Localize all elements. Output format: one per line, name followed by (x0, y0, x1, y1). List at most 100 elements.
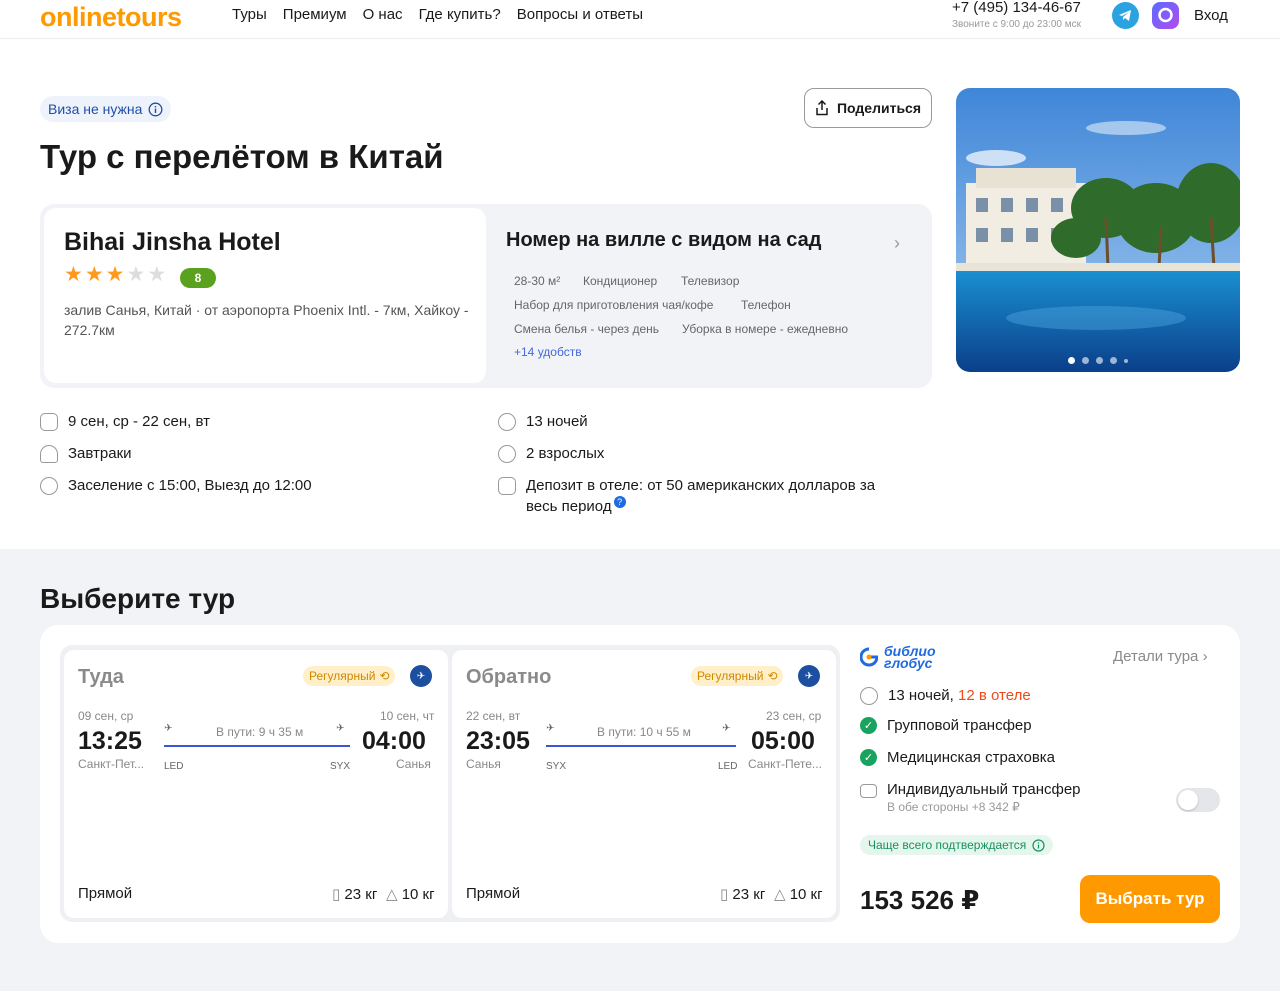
confirmation-badge: Чаще всего подтверждается (860, 835, 1054, 855)
baggage-allowance: ▯ 23 кг (332, 885, 377, 903)
clock-icon (40, 477, 58, 495)
landing-icon: ✈ (336, 723, 345, 734)
bag-icon: △ (386, 886, 402, 903)
page-title: Тур с перелётом в Китай (40, 138, 444, 175)
logo[interactable]: onlinetours (40, 2, 182, 33)
more-amenities-link[interactable]: +14 удобств (514, 345, 582, 359)
history-icon: ⟲ (767, 669, 778, 683)
share-button-label: Поделиться (836, 100, 922, 116)
arrival-city: Санья (396, 757, 431, 771)
hand-luggage: △ 10 кг (774, 885, 823, 903)
flight-direction: Туда (78, 666, 124, 688)
suitcase-icon: ▯ (332, 886, 345, 903)
arrival-date: 10 сен, чт (380, 709, 435, 723)
amenity: Телефон (741, 298, 791, 312)
deposit-value: Депозит в отеле: от 50 американских долл… (526, 477, 876, 515)
flight-route-line (546, 745, 736, 747)
flight-duration: В пути: 9 ч 35 м (216, 725, 304, 739)
hotel-photo-gallery[interactable] (956, 88, 1240, 372)
operator-logo-icon (860, 647, 878, 667)
baggage-value: 23 кг (732, 886, 766, 903)
guests: 2 взрослых (498, 443, 604, 464)
login-link[interactable]: Вход (1194, 7, 1228, 24)
person-icon (498, 445, 516, 463)
flight-type-badge: Регулярный ⟲ (691, 666, 784, 686)
room-title[interactable]: Номер на вилле с видом на сад (506, 229, 821, 252)
amenity: Смена белья - через день (514, 322, 660, 336)
departure-city: Санкт-Пет... (78, 757, 145, 771)
star-icon: ★ (84, 263, 104, 286)
amenity: 28-30 м² (514, 274, 561, 288)
individual-transfer-price: В обе стороны +8 342 ₽ (887, 800, 1020, 814)
arrival-city: Санкт-Пете... (748, 757, 822, 771)
airline-logo-icon: ✈ (798, 665, 820, 687)
visa-badge: Виза не нужна (40, 96, 172, 122)
insurance-option: ✓ Медицинская страховка (860, 749, 1055, 766)
flight-card-return[interactable] (452, 650, 836, 918)
calendar-icon (40, 413, 58, 431)
nights-total: 13 ночей, (888, 686, 954, 704)
moon-icon (498, 413, 516, 431)
telegram-icon[interactable] (1112, 2, 1139, 29)
select-tour-button[interactable]: Выбрать тур (1080, 875, 1220, 923)
check-icon: ✓ (860, 717, 877, 734)
deposit-info: Депозит в отеле: от 50 американских долл… (498, 475, 908, 517)
guests-value: 2 взрослых (526, 445, 605, 462)
individual-transfer-label: Индивидуальный трансфер (887, 781, 1081, 798)
hand-luggage-value: 10 кг (789, 886, 823, 903)
departure-city: Санья (466, 757, 501, 771)
nav-item-tours[interactable]: Туры (232, 6, 267, 23)
group-transfer-label: Групповой трансфер (887, 717, 1032, 734)
star-empty-icon: ★ (147, 263, 167, 286)
max-messenger-icon[interactable] (1152, 2, 1179, 29)
gallery-dots[interactable] (956, 357, 1240, 364)
departure-date: 09 сен, ср (78, 709, 134, 723)
checkin-value: Заселение с 15:00, Выезд до 12:00 (68, 477, 312, 494)
share-button[interactable]: Поделиться (804, 88, 932, 128)
landing-icon: ✈ (722, 723, 731, 734)
departure-airport-code: SYX (546, 761, 567, 772)
checkin-info: Заселение с 15:00, Выезд до 12:00 (40, 475, 312, 496)
baggage-value: 23 кг (344, 886, 378, 903)
bag-icon: △ (774, 886, 790, 903)
flight-card-outbound[interactable] (64, 650, 448, 918)
amenity: Кондиционер (583, 274, 658, 288)
tour-details-label: Детали тура (1113, 648, 1199, 665)
arrival-time: 05:00 (751, 727, 815, 755)
hotel-address: залив Санья, Китай · от аэропорта Phoeni… (64, 302, 469, 338)
visa-badge-label: Виза не нужна (48, 101, 143, 117)
amenity: Набор для приготовления чая/кофе (514, 298, 714, 312)
nav-item-faq[interactable]: Вопросы и ответы (517, 6, 643, 23)
departure-time: 13:25 (78, 727, 142, 755)
flight-direction: Обратно (466, 666, 552, 688)
individual-transfer-toggle[interactable] (1176, 788, 1220, 812)
tour-dates-value: 9 сен, ср - 22 сен, вт (68, 413, 210, 430)
hand-luggage: △ 10 кг (386, 885, 435, 903)
hand-luggage-value: 10 кг (401, 886, 435, 903)
operator-name-line2: глобус (884, 655, 933, 671)
baggage-allowance: ▯ 23 кг (720, 885, 765, 903)
arrival-airport-code: LED (718, 761, 738, 772)
info-icon[interactable] (148, 102, 163, 117)
departure-airport-code: LED (164, 761, 184, 772)
nav-item-premium[interactable]: Премиум (283, 6, 347, 23)
phone-number[interactable]: +7 (495) 134-46-67 (952, 0, 1081, 16)
tour-price: 153 526 ₽ (860, 885, 980, 915)
flight-route-line (164, 745, 350, 747)
nav-item-where-to-buy[interactable]: Где купить? (419, 6, 501, 23)
phone-hours: Звоните с 9:00 до 23:00 мск (952, 19, 1081, 30)
tour-details-link[interactable]: Детали тура › (1113, 648, 1208, 665)
takeoff-icon: ✈ (546, 723, 555, 734)
info-icon[interactable] (1032, 838, 1045, 852)
food-icon (40, 445, 58, 463)
history-icon: ⟲ (379, 669, 390, 683)
help-icon[interactable]: ? (613, 496, 626, 508)
section-title: Выберите тур (40, 583, 236, 614)
hotel-name[interactable]: Bihai Jinsha Hotel (64, 228, 281, 257)
share-icon (816, 100, 828, 116)
nav-item-about[interactable]: О нас (363, 6, 403, 23)
meal-plan: Завтраки (40, 443, 132, 464)
chevron-right-icon: › (1202, 648, 1208, 665)
rating-badge: 8 (180, 268, 216, 288)
chevron-right-icon[interactable]: › (894, 233, 900, 254)
